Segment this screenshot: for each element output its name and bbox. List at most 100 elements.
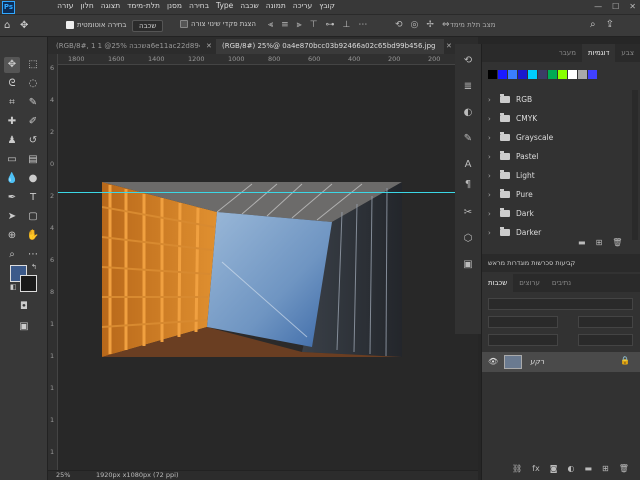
color-swatch[interactable]: [578, 70, 587, 79]
brushes-panel-icon[interactable]: ✎: [461, 132, 475, 146]
swatch-folder[interactable]: › RGB: [482, 90, 630, 109]
history-panel-icon[interactable]: ⟲: [461, 54, 475, 68]
zoom-level[interactable]: 25%: [56, 471, 70, 479]
maximize-icon[interactable]: ☐: [612, 2, 619, 11]
layer-style-icon[interactable]: fx: [532, 464, 540, 473]
search-icon[interactable]: ⌕: [590, 19, 596, 30]
menu-item[interactable]: עריכה: [293, 1, 312, 10]
color-swatch[interactable]: [498, 70, 507, 79]
tab-document-1[interactable]: (RGB/8#) 25%@ 0a4e870bcc03b92466a02c65bd…: [216, 39, 444, 54]
3d-rotate-icon[interactable]: ⟲: [395, 20, 403, 30]
tab-document-2[interactable]: (RGB/8#, 1 שכבה 25%@ 1a6e11ac22d894ad341: [50, 39, 200, 54]
delete-swatch-icon[interactable]: 🗑: [612, 238, 622, 247]
new-group-layer-icon[interactable]: ▬: [584, 464, 592, 473]
menu-item[interactable]: קובץ: [319, 1, 335, 10]
align-middle-icon[interactable]: ⊶: [326, 20, 335, 30]
color-swatch[interactable]: [588, 70, 597, 79]
clone-stamp-tool-icon[interactable]: ♟: [4, 133, 20, 149]
minimize-icon[interactable]: —: [594, 2, 602, 11]
adjustment-layer-icon[interactable]: ◐: [567, 464, 574, 473]
visibility-eye-icon[interactable]: 👁: [488, 357, 498, 366]
rectangle-tool-icon[interactable]: ▢: [25, 209, 41, 225]
chevron-right-icon[interactable]: ›: [488, 210, 494, 218]
menu-item[interactable]: שכבה: [240, 1, 259, 10]
guide-line[interactable]: [58, 192, 478, 193]
gradient-tool-icon[interactable]: ▤: [25, 152, 41, 168]
delete-layer-icon[interactable]: 🗑: [619, 464, 629, 473]
document-image[interactable]: [102, 182, 402, 357]
properties-panel-icon[interactable]: ≣: [461, 80, 475, 94]
align-right-icon[interactable]: ⫸: [297, 20, 302, 30]
new-swatch-icon[interactable]: ⊞: [596, 238, 603, 247]
quick-select-tool-icon[interactable]: ◌: [25, 76, 41, 92]
color-swatch[interactable]: [568, 70, 577, 79]
swatch-scrollbar[interactable]: [632, 90, 638, 240]
more-tools-icon[interactable]: ⋯: [25, 247, 41, 263]
layers-tab[interactable]: ערוצים: [513, 274, 546, 292]
move-tool-icon[interactable]: ✥: [20, 20, 28, 31]
swatch-folder[interactable]: › Light: [482, 166, 630, 185]
pen-tool-icon[interactable]: ✒: [4, 190, 20, 206]
link-layers-icon[interactable]: ⛓: [512, 464, 522, 473]
swatch-folder[interactable]: › Pastel: [482, 147, 630, 166]
add-mask-icon[interactable]: ◙: [550, 464, 558, 473]
chevron-right-icon[interactable]: ›: [488, 96, 494, 104]
character-panel-icon[interactable]: A: [461, 158, 475, 172]
panel-tab[interactable]: צבע: [615, 44, 640, 62]
close-icon[interactable]: ✕: [629, 2, 636, 11]
menu-item[interactable]: תמונה: [266, 1, 286, 10]
zoom-tool-icon[interactable]: ⌕: [4, 247, 20, 263]
blur-tool-icon[interactable]: 💧: [4, 171, 20, 187]
color-swatch[interactable]: [528, 70, 537, 79]
menu-item[interactable]: בחירה: [189, 1, 209, 10]
home-icon[interactable]: ⌂: [4, 20, 10, 31]
hand-tool-icon[interactable]: ✋: [25, 228, 41, 244]
swap-colors-icon[interactable]: ↰: [31, 263, 37, 271]
layer-select-dropdown[interactable]: שכבה: [132, 20, 164, 32]
new-group-icon[interactable]: ▬: [578, 238, 586, 247]
swatch-folder[interactable]: › CMYK: [482, 109, 630, 128]
3d-roll-icon[interactable]: ◎: [411, 20, 419, 30]
adjustments-panel-icon[interactable]: ◐: [461, 106, 475, 120]
opacity-field[interactable]: [578, 316, 633, 328]
tab-close-icon[interactable]: ✕: [206, 42, 212, 50]
show-transform-option[interactable]: הצגת פקדי שינוי צורה: [180, 20, 256, 28]
eraser-tool-icon[interactable]: ▭: [4, 152, 20, 168]
align-top-icon[interactable]: ⊤: [310, 20, 318, 30]
swatch-folder[interactable]: › Dark: [482, 204, 630, 223]
background-color-swatch[interactable]: [20, 275, 37, 292]
tools-preset-icon[interactable]: ✂: [461, 206, 475, 220]
path-select-tool-icon[interactable]: ➤: [4, 209, 20, 225]
menu-item[interactable]: Type: [216, 1, 233, 10]
chevron-right-icon[interactable]: ›: [488, 115, 494, 123]
3d-slide-icon[interactable]: ⇔: [442, 20, 450, 30]
quick-mask-icon[interactable]: ◘: [16, 299, 32, 315]
dodge-tool-icon[interactable]: ●: [25, 171, 41, 187]
color-swatch[interactable]: [538, 70, 547, 79]
menu-item[interactable]: מסנן: [167, 1, 182, 10]
libraries-panel-icon[interactable]: ▣: [461, 258, 475, 272]
layers-tab[interactable]: נתיבים: [546, 274, 577, 292]
show-transform-checkbox[interactable]: [180, 20, 188, 28]
blend-mode-select[interactable]: [488, 316, 558, 328]
move-tool-icon[interactable]: ✥: [4, 57, 20, 73]
document-info[interactable]: 1920px x1080px (72 ppi): [96, 471, 178, 479]
chevron-right-icon[interactable]: ›: [488, 172, 494, 180]
chevron-right-icon[interactable]: ›: [488, 229, 494, 237]
layer-filter-bar[interactable]: [488, 298, 633, 310]
default-colors-icon[interactable]: ◧: [10, 283, 17, 291]
swatch-folder[interactable]: › Pure: [482, 185, 630, 204]
menu-item[interactable]: תלת-מימד: [127, 1, 160, 10]
share-icon[interactable]: ⇪: [606, 19, 614, 30]
eyedropper-tool-icon[interactable]: ✎: [25, 95, 41, 111]
chevron-right-icon[interactable]: ›: [488, 134, 494, 142]
screen-mode-icon[interactable]: ▣: [16, 319, 32, 335]
menu-item[interactable]: עזרה: [57, 1, 73, 10]
color-swatch[interactable]: [548, 70, 557, 79]
panel-tab[interactable]: דוגמיות: [581, 44, 616, 62]
layers-tab[interactable]: שכבות: [482, 274, 514, 292]
3d-tool-icon[interactable]: ⊕: [4, 228, 20, 244]
panel-tab[interactable]: מעבר: [553, 44, 582, 62]
lock-options[interactable]: [488, 334, 558, 346]
healing-tool-icon[interactable]: ✚: [4, 114, 20, 130]
